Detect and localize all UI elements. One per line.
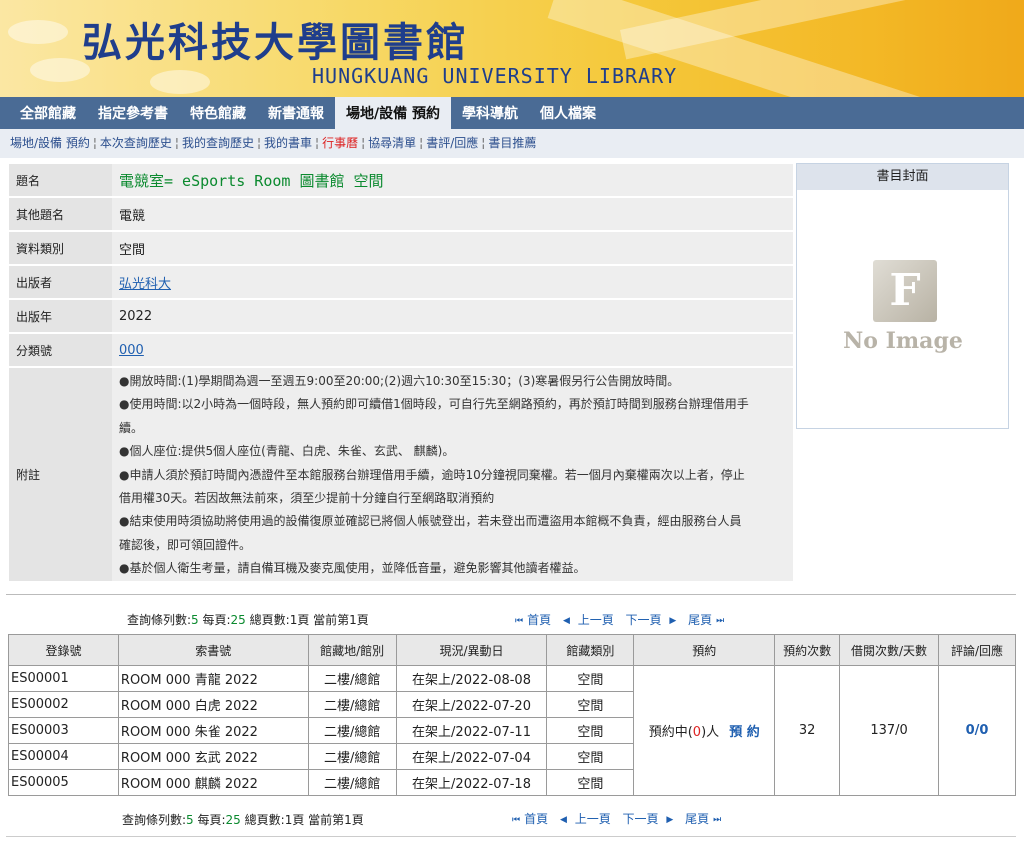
reviews-link[interactable]: 0/0 xyxy=(966,723,989,738)
first-page-icon: ⏮ xyxy=(512,815,521,825)
col-header: 現況/異動日 xyxy=(395,634,548,666)
note-line: 確認後，即可領回證件。 xyxy=(119,537,252,552)
main-nav: 全部館藏 指定參考書 特色館藏 新書通報 場地/設備 預約 學科導航 個人檔案 xyxy=(0,97,1024,129)
last-page-link[interactable]: 尾頁 ⏭ xyxy=(688,613,728,627)
tab-all-collections[interactable]: 全部館藏 xyxy=(9,97,87,129)
no-image-text: No Image xyxy=(843,328,963,354)
publisher-label: 出版者 xyxy=(9,266,112,298)
first-page-icon: ⏮ xyxy=(515,616,524,626)
tab-personal-account[interactable]: 個人檔案 xyxy=(529,97,607,129)
type-label: 資料類別 xyxy=(9,232,112,264)
year-label: 出版年 xyxy=(9,300,112,332)
last-page-icon: ⏭ xyxy=(716,616,725,626)
other-title-value: 電競 xyxy=(112,198,793,230)
note-line: ●開放時間:(1)學期間為週一至週五9:00至20:00;(2)週六10:30至… xyxy=(119,374,680,388)
subnav-recommend[interactable]: 書目推薦 xyxy=(488,136,536,150)
pager-info-top: 查詢條列數:5 每頁:25 總頁數:1頁 當前第1頁 xyxy=(127,613,369,627)
next-page-icon: ▶ xyxy=(669,616,677,626)
tab-space-booking[interactable]: 場地/設備 預約 xyxy=(335,97,451,129)
pager-links-top: ⏮ 首頁 ◀ 上一頁 下一頁 ▶ 尾頁 ⏭ xyxy=(515,611,732,628)
type-value: 空間 xyxy=(112,232,793,264)
reserve-link[interactable]: 預 約 xyxy=(729,725,760,740)
note-line: 續。 xyxy=(119,420,144,435)
year-value: 2022 xyxy=(112,300,793,332)
sub-nav: 場地/設備 預約 ¦ 本次查詢歷史 ¦ 我的查詢歷史 ¦ 我的書車 ¦ 行事曆 ¦ 協尋清單 ¦ 書評/… xyxy=(0,129,1024,158)
class-label: 分類號 xyxy=(9,334,112,366)
note-line: 借用權30天。若因故無法前來，須至少提前十分鐘自行至網路取消預約 xyxy=(119,491,495,506)
next-page-link[interactable]: 下一頁 ▶ xyxy=(623,812,678,826)
title-label: 題名 xyxy=(9,164,112,196)
col-header: 預約 xyxy=(633,634,776,666)
f-logo-icon: F xyxy=(873,260,937,322)
tab-special-collections[interactable]: 特色館藏 xyxy=(179,97,257,129)
last-page-icon: ⏭ xyxy=(713,815,722,825)
note-line: ●結束使用時須協助將使用過的設備復原並確認已將個人帳號登出，若未登出而遭盜用本館… xyxy=(119,514,742,529)
note-line: ●個人座位:提供5個人座位(青龍、白虎、朱雀、玄武、 麒麟)。 xyxy=(119,444,455,459)
note-line: ●申請人須於預訂時間內憑證件至本館服務台辦理借用手續，逾時10分鐘視同棄權。若一… xyxy=(119,467,745,482)
reserve-cell: 預約中(0)人 預 約 xyxy=(633,665,776,796)
banner-leaf xyxy=(30,58,90,82)
col-header: 評論/回應 xyxy=(938,634,1016,666)
library-banner: 弘光科技大學圖書館 HUNGKUANG UNIVERSITY LIBRARY xyxy=(0,0,1024,97)
prev-page-link[interactable]: ◀ 上一頁 xyxy=(560,812,615,826)
col-header: 預約次數 xyxy=(774,634,841,666)
other-title-label: 其他題名 xyxy=(9,198,112,230)
col-header: 登錄號 xyxy=(8,634,119,666)
record-detail-table: 題名 電競室= eSports Room 圖書館 空間 其他題名 電競 資料類別… xyxy=(9,162,793,583)
banner-leaf xyxy=(150,70,210,94)
notes: ●開放時間:(1)學期間為週一至週五9:00至20:00;(2)週六10:30至… xyxy=(112,368,793,581)
note-line: ●使用時間:以2小時為一個時段，無人預約即可續借1個時段，可自行先至網路預約，再… xyxy=(119,397,749,412)
book-cover-panel: 書目封面 F No Image xyxy=(796,163,1009,429)
col-header: 借閱次數/天數 xyxy=(839,634,939,666)
next-page-icon: ▶ xyxy=(666,815,674,825)
first-page-link[interactable]: ⏮ 首頁 xyxy=(512,812,552,826)
class-number-link[interactable]: 000 xyxy=(119,343,144,358)
last-page-link[interactable]: 尾頁 ⏭ xyxy=(685,812,725,826)
reserve-times: 32 xyxy=(774,665,841,796)
prev-page-icon: ◀ xyxy=(562,616,570,626)
tab-new-books[interactable]: 新書通報 xyxy=(257,97,335,129)
bottom-divider xyxy=(6,836,1016,837)
cover-header: 書目封面 xyxy=(797,164,1008,190)
subnav-session-history[interactable]: 本次查詢歷史 xyxy=(100,136,172,150)
table-row: ES00001 ROOM 000 青龍 2022 二樓/總館 在架上/2022-… xyxy=(8,665,1016,796)
library-title: 弘光科技大學圖書館 xyxy=(82,20,469,66)
note-label: 附註 xyxy=(9,368,112,581)
col-header: 館藏類別 xyxy=(546,634,635,666)
col-header: 館藏地/館別 xyxy=(307,634,397,666)
banner-leaf xyxy=(8,20,68,44)
subnav-my-cart[interactable]: 我的書車 xyxy=(264,136,312,150)
first-page-link[interactable]: ⏮ 首頁 xyxy=(515,613,555,627)
reserve-count: 0 xyxy=(692,725,702,740)
col-header: 索書號 xyxy=(117,634,309,666)
publisher-link[interactable]: 弘光科大 xyxy=(119,277,171,292)
loan-stats: 137/0 xyxy=(839,665,939,796)
tab-subject-guide[interactable]: 學科導航 xyxy=(451,97,529,129)
section-divider xyxy=(6,594,1016,595)
holdings-table: 登錄號 索書號 館藏地/館別 現況/異動日 館藏類別 預約 預約次數 借閱次數/… xyxy=(8,634,1016,796)
next-page-link[interactable]: 下一頁 ▶ xyxy=(626,613,681,627)
subnav-calendar[interactable]: 行事曆 xyxy=(322,136,358,150)
prev-page-link[interactable]: ◀ 上一頁 xyxy=(563,613,618,627)
library-subtitle: HUNGKUANG UNIVERSITY LIBRARY xyxy=(312,64,678,88)
tab-reserve-books[interactable]: 指定參考書 xyxy=(87,97,179,129)
no-image-placeholder: F No Image xyxy=(835,256,971,366)
prev-page-icon: ◀ xyxy=(559,815,567,825)
subnav-search-list[interactable]: 協尋清單 xyxy=(368,136,416,150)
pager-links-bottom: ⏮ 首頁 ◀ 上一頁 下一頁 ▶ 尾頁 ⏭ xyxy=(512,810,729,827)
subnav-reviews[interactable]: 書評/回應 xyxy=(426,136,478,150)
subnav-my-history[interactable]: 我的查詢歷史 xyxy=(182,136,254,150)
subnav-space-booking[interactable]: 場地/設備 預約 xyxy=(10,136,90,150)
record-title: 電競室= eSports Room 圖書館 空間 xyxy=(119,171,384,190)
pager-info-bottom: 查詢條列數:5 每頁:25 總頁數:1頁 當前第1頁 xyxy=(122,813,364,827)
note-line: ●基於個人衛生考量，請自備耳機及麥克風使用，並降低音量，避免影響其他讀者權益。 xyxy=(119,561,586,576)
